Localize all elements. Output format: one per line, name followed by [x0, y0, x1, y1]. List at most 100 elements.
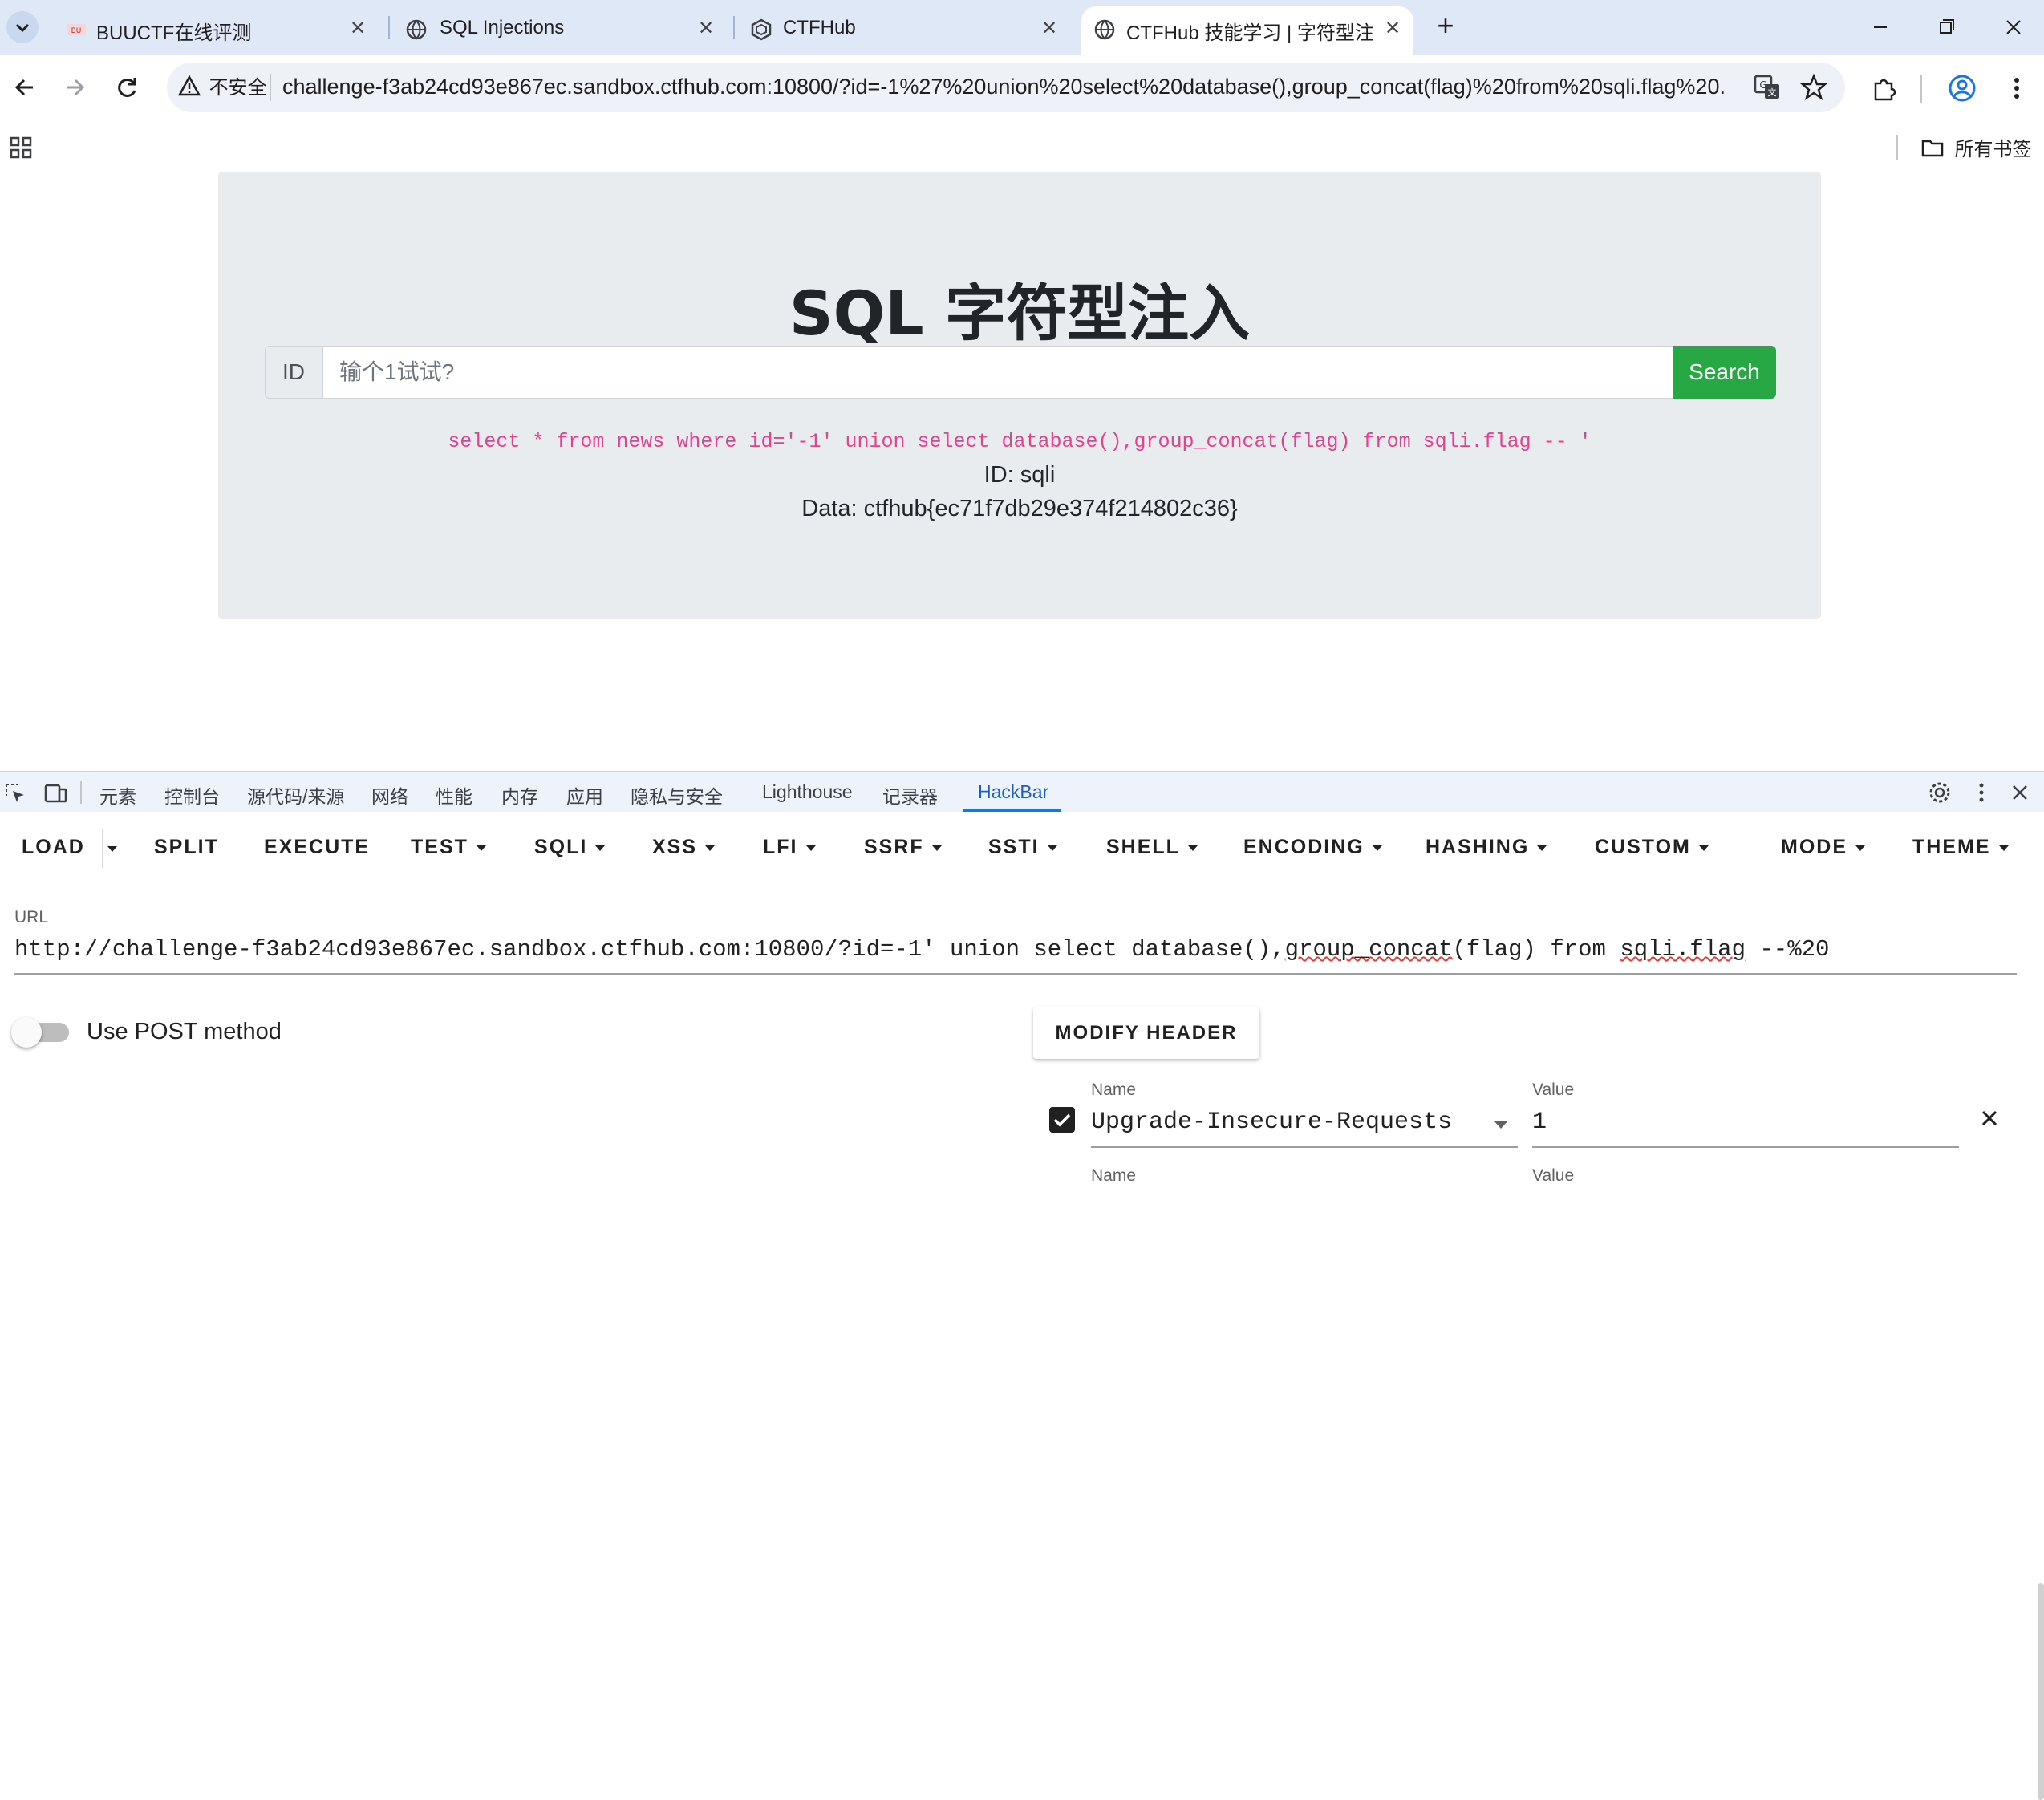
forward-icon[interactable]: [55, 67, 95, 107]
tab-title: BUUCTF在线评测: [96, 22, 252, 44]
window-close-icon[interactable]: [1997, 13, 2030, 42]
new-tab-button[interactable]: +: [1430, 8, 1462, 43]
apps-grid-icon[interactable]: [8, 135, 34, 160]
address-text[interactable]: challenge-f3ab24cd93e867ec.sandbox.ctfhu…: [282, 75, 1726, 99]
settings-gear-icon[interactable]: [1927, 780, 1953, 805]
close-icon[interactable]: ✕: [1036, 16, 1062, 42]
header-enabled-checkbox[interactable]: [1049, 1107, 1075, 1133]
devtools-divider: [80, 781, 82, 804]
header-name-underline: [1091, 1146, 1518, 1148]
close-icon[interactable]: ✕: [345, 16, 371, 42]
sqli-menu[interactable]: SQLI: [534, 836, 606, 859]
id-input[interactable]: 输个1试试?: [322, 346, 1673, 399]
back-icon[interactable]: [5, 67, 45, 107]
custom-menu[interactable]: CUSTOM: [1595, 836, 1709, 859]
tab-performance[interactable]: 性能: [436, 781, 472, 809]
post-method-label: Use POST method: [87, 1019, 282, 1044]
devtools-scrollbar[interactable]: [2038, 1583, 2044, 1800]
caret-down-icon: [1698, 845, 1709, 851]
test-menu-label: TEST: [411, 836, 468, 858]
url-text-prefix: http://challenge-f3ab24cd93e867ec.sandbo…: [14, 936, 1285, 963]
load-button[interactable]: LOAD: [22, 836, 85, 859]
security-badge-label: 不安全: [209, 77, 267, 99]
all-bookmarks-folder[interactable]: 所有书签: [1920, 133, 2031, 164]
tab-console[interactable]: 控制台: [164, 781, 220, 809]
svg-text:文: 文: [1768, 87, 1777, 98]
hashing-menu[interactable]: HASHING: [1426, 836, 1547, 859]
minimize-icon[interactable]: [1864, 13, 1896, 42]
tab-sql-injections[interactable]: SQL Injections ✕: [395, 6, 725, 55]
encoding-menu[interactable]: ENCODING: [1243, 836, 1382, 859]
split-button[interactable]: SPLIT: [154, 836, 219, 859]
remove-header-icon[interactable]: [1975, 1104, 2004, 1133]
ctfhub-icon: [749, 18, 773, 42]
profile-icon[interactable]: [1946, 72, 1978, 104]
tab-search-button[interactable]: [6, 11, 39, 43]
folder-icon: [1921, 140, 1944, 156]
devtools-panel: 元素 控制台 源代码/来源 网络 性能 内存 应用 隐私与安全 Lighthou…: [0, 771, 2044, 1800]
svg-text:BU: BU: [71, 27, 82, 35]
close-icon[interactable]: ✕: [1380, 16, 1405, 42]
caret-down-icon: [1537, 845, 1547, 851]
header-value-label: Value: [1532, 1166, 1575, 1185]
url-text-mid: (flag) from: [1452, 936, 1620, 963]
url-textarea[interactable]: http://challenge-f3ab24cd93e867ec.sandbo…: [14, 936, 2017, 963]
theme-menu-label: THEME: [1912, 836, 1991, 858]
header-name-input[interactable]: Upgrade-Insecure-Requests: [1091, 1109, 1452, 1136]
all-bookmarks-label: 所有书签: [1954, 139, 2032, 160]
tab-recorder[interactable]: 记录器: [882, 781, 938, 809]
tab-network[interactable]: 网络: [371, 781, 408, 809]
ssti-menu[interactable]: SSTI: [988, 836, 1057, 859]
sql-query-text: select * from news where id='-1' union s…: [448, 430, 1592, 453]
badge-divider: [270, 74, 271, 101]
tab-ctfhub[interactable]: CTFHub ✕: [740, 6, 1070, 55]
search-button[interactable]: Search: [1673, 346, 1776, 399]
inspect-element-icon[interactable]: [3, 781, 27, 805]
tab-buuctf[interactable]: BU BUUCTF在线评测 ✕: [50, 6, 380, 55]
tab-elements[interactable]: 元素: [99, 781, 136, 809]
tab-privacy-security[interactable]: 隐私与安全: [631, 781, 723, 809]
caret-down-icon: [1998, 845, 2009, 851]
tab-strip: BU BUUCTF在线评测 ✕ SQL Injections ✕ CTFHub …: [0, 0, 2044, 55]
lfi-menu-label: LFI: [763, 836, 798, 858]
lfi-menu[interactable]: LFI: [763, 836, 816, 859]
warning-icon: [177, 74, 201, 95]
reload-icon[interactable]: [107, 67, 148, 107]
caret-down-icon: [1187, 845, 1198, 851]
ssrf-menu-label: SSRF: [864, 836, 924, 858]
caret-down-icon: [931, 845, 942, 851]
theme-menu[interactable]: THEME: [1912, 836, 2009, 859]
modify-header-button[interactable]: MODIFY HEADER: [1033, 1007, 1259, 1059]
tab-hackbar[interactable]: HackBar: [978, 781, 1048, 803]
tab-sources[interactable]: 源代码/来源: [247, 781, 344, 809]
device-toolbar-icon[interactable]: [43, 781, 67, 805]
security-badge[interactable]: 不安全: [177, 71, 267, 103]
ssrf-menu[interactable]: SSRF: [864, 836, 942, 859]
post-method-toggle-knob[interactable]: [11, 1017, 42, 1048]
check-icon: [1053, 1113, 1071, 1127]
address-bar[interactable]: 不安全 challenge-f3ab24cd93e867ec.sandbox.c…: [167, 63, 1845, 112]
execute-button[interactable]: EXECUTE: [264, 836, 370, 859]
test-menu[interactable]: TEST: [411, 836, 486, 859]
translate-icon[interactable]: G文: [1752, 72, 1782, 103]
shell-menu[interactable]: SHELL: [1106, 836, 1198, 859]
header-name-dropdown-icon[interactable]: [1494, 1121, 1508, 1129]
extensions-icon[interactable]: [1869, 72, 1901, 104]
caret-down-icon: [1372, 845, 1382, 851]
tab-lighthouse[interactable]: Lighthouse: [762, 781, 853, 803]
devtools-tab-bar: 元素 控制台 源代码/来源 网络 性能 内存 应用 隐私与安全 Lighthou…: [0, 772, 2044, 813]
header-value-input[interactable]: 1: [1532, 1109, 1547, 1136]
menu-kebab-icon[interactable]: [2001, 72, 2033, 104]
tab-application[interactable]: 应用: [566, 781, 603, 809]
bookmark-star-icon[interactable]: [1799, 72, 1829, 103]
load-dropdown-icon[interactable]: [107, 842, 120, 853]
devtools-close-icon[interactable]: [2007, 780, 2033, 805]
mode-menu[interactable]: MODE: [1781, 836, 1865, 859]
mode-menu-label: MODE: [1781, 836, 1847, 858]
restore-icon[interactable]: [1930, 13, 1962, 42]
close-icon[interactable]: ✕: [693, 16, 719, 42]
devtools-menu-icon[interactable]: [1969, 780, 1994, 805]
tab-memory[interactable]: 内存: [501, 781, 538, 809]
xss-menu[interactable]: XSS: [652, 836, 716, 859]
tab-ctfhub-skill[interactable]: CTFHub 技能学习 | 字符型注入 ✕: [1081, 6, 1413, 55]
